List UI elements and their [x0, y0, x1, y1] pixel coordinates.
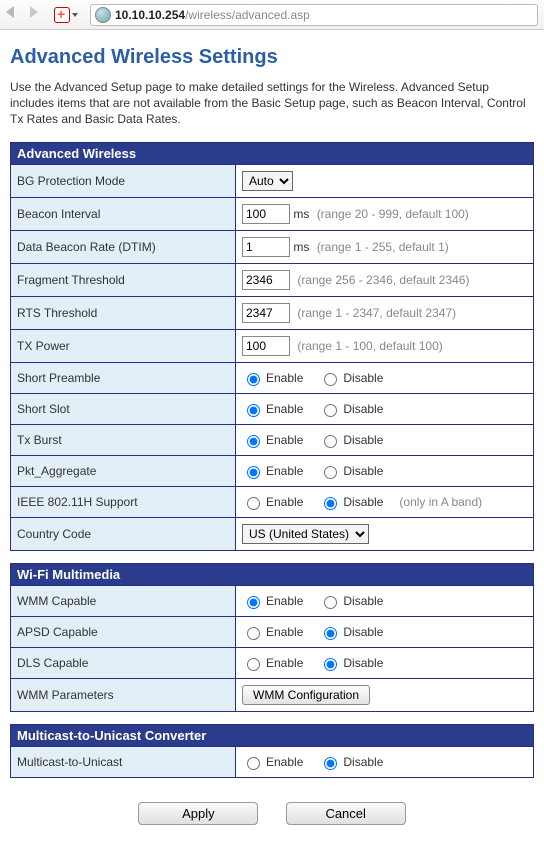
ieee80211h-label: IEEE 802.11H Support — [11, 486, 236, 517]
wmm-enable-radio[interactable] — [247, 596, 260, 609]
short-preamble-disable-radio[interactable] — [324, 373, 337, 386]
fragment-threshold-label: Fragment Threshold — [11, 263, 236, 296]
wmm-disable-radio[interactable] — [324, 596, 337, 609]
ieee80211h-hint: (only in A band) — [399, 495, 482, 509]
dtim-input[interactable] — [242, 237, 290, 257]
cancel-button[interactable] — [286, 802, 406, 825]
country-code-label: Country Code — [11, 517, 236, 550]
pkt-aggregate-enable-radio[interactable] — [247, 466, 260, 479]
wmm-panel: Wi-Fi Multimedia WMM Capable Enable Disa… — [10, 563, 534, 712]
advanced-wireless-header: Advanced Wireless — [11, 142, 534, 164]
page-intro: Use the Advanced Setup page to make deta… — [10, 79, 534, 128]
beacon-interval-hint: (range 20 - 999, default 100) — [317, 207, 469, 221]
short-slot-enable-radio[interactable] — [247, 404, 260, 417]
wmm-parameters-label: WMM Parameters — [11, 678, 236, 711]
advanced-wireless-panel: Advanced Wireless BG Protection Mode Aut… — [10, 142, 534, 551]
rts-threshold-label: RTS Threshold — [11, 296, 236, 329]
beacon-interval-input[interactable] — [242, 204, 290, 224]
multicast-disable-radio[interactable] — [324, 757, 337, 770]
forward-icon — [30, 6, 38, 18]
multicast-header: Multicast-to-Unicast Converter — [11, 724, 534, 746]
tx-power-hint: (range 1 - 100, default 100) — [297, 339, 442, 353]
url-bar[interactable]: 10.10.10.254/wireless/advanced.asp — [90, 4, 538, 26]
addthis-button[interactable] — [54, 7, 78, 23]
wmm-configuration-button[interactable] — [242, 685, 370, 705]
multicast-label: Multicast-to-Unicast — [11, 746, 236, 777]
pkt-aggregate-disable-radio[interactable] — [324, 466, 337, 479]
dtim-unit: ms — [293, 240, 309, 254]
back-icon — [6, 6, 14, 18]
apsd-enable-radio[interactable] — [247, 627, 260, 640]
back-button[interactable] — [6, 6, 24, 24]
tx-power-label: TX Power — [11, 329, 236, 362]
dtim-hint: (range 1 - 255, default 1) — [317, 240, 449, 254]
apply-button[interactable] — [138, 802, 258, 825]
ieee80211h-enable-radio[interactable] — [247, 497, 260, 510]
button-row — [10, 790, 534, 845]
rts-threshold-hint: (range 1 - 2347, default 2347) — [297, 306, 456, 320]
fragment-threshold-input[interactable] — [242, 270, 290, 290]
browser-toolbar: 10.10.10.254/wireless/advanced.asp — [0, 0, 544, 30]
dls-disable-radio[interactable] — [324, 658, 337, 671]
tx-burst-disable-radio[interactable] — [324, 435, 337, 448]
wmm-header: Wi-Fi Multimedia — [11, 563, 534, 585]
tx-burst-label: Tx Burst — [11, 424, 236, 455]
apsd-disable-radio[interactable] — [324, 627, 337, 640]
dtim-label: Data Beacon Rate (DTIM) — [11, 230, 236, 263]
bg-protection-select[interactable]: Auto — [242, 171, 293, 191]
plus-icon — [54, 7, 70, 23]
short-slot-disable-radio[interactable] — [324, 404, 337, 417]
pkt-aggregate-label: Pkt_Aggregate — [11, 455, 236, 486]
multicast-panel: Multicast-to-Unicast Converter Multicast… — [10, 724, 534, 778]
beacon-interval-unit: ms — [293, 207, 309, 221]
tx-burst-enable-radio[interactable] — [247, 435, 260, 448]
short-slot-label: Short Slot — [11, 393, 236, 424]
url-text: 10.10.10.254/wireless/advanced.asp — [115, 8, 310, 22]
dls-enable-radio[interactable] — [247, 658, 260, 671]
globe-icon — [95, 7, 111, 23]
multicast-enable-radio[interactable] — [247, 757, 260, 770]
bg-protection-label: BG Protection Mode — [11, 164, 236, 197]
country-code-select[interactable]: US (United States) — [242, 524, 369, 544]
dls-capable-label: DLS Capable — [11, 647, 236, 678]
apsd-capable-label: APSD Capable — [11, 616, 236, 647]
short-preamble-enable-radio[interactable] — [247, 373, 260, 386]
tx-power-input[interactable] — [242, 336, 290, 356]
rts-threshold-input[interactable] — [242, 303, 290, 323]
fragment-threshold-hint: (range 256 - 2346, default 2346) — [297, 273, 469, 287]
beacon-interval-label: Beacon Interval — [11, 197, 236, 230]
page-title: Advanced Wireless Settings — [10, 46, 534, 69]
ieee80211h-disable-radio[interactable] — [324, 497, 337, 510]
chevron-down-icon — [72, 13, 78, 17]
forward-button[interactable] — [30, 6, 48, 24]
wmm-capable-label: WMM Capable — [11, 585, 236, 616]
short-preamble-label: Short Preamble — [11, 362, 236, 393]
